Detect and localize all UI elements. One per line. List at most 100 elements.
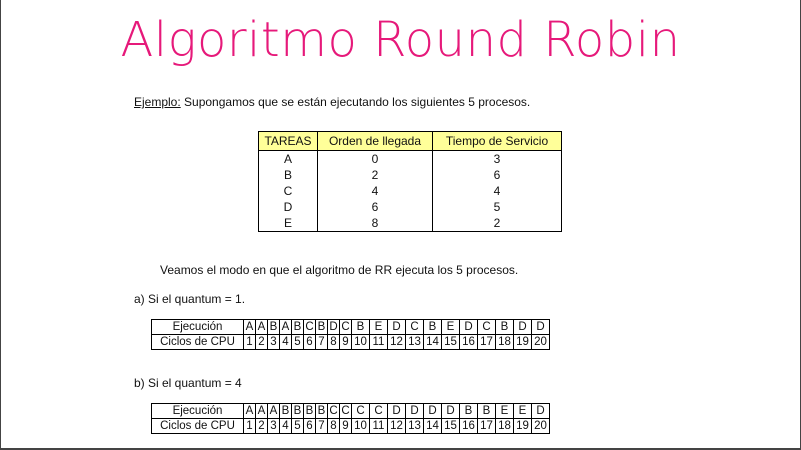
execution-cell: C [327,403,340,419]
execution-cell: A [279,319,292,335]
task-arrival: 8 [317,215,433,232]
execution-cell: A [243,403,256,419]
cycle-cell: 16 [459,334,478,350]
cycle-cell: 9 [339,334,352,350]
cycle-cell: 11 [369,418,388,434]
cycle-cell: 15 [441,334,460,350]
cycle-cell: 12 [387,334,406,350]
cycle-cell: 20 [531,334,550,350]
rr-explanation-text: Veamos el modo en que el algoritmo de RR… [160,263,519,277]
schedule-table-quantum-4: Ejecución AAABBBBCCCCDDDDBBEED Ciclos de… [151,403,550,434]
cycles-row-label: Ciclos de CPU [151,334,244,350]
execution-cell: B [351,319,370,335]
execution-cell: E [513,403,532,419]
execution-row: Ejecución AAABBBBCCCCDDDDBBEED [151,403,550,419]
execution-cell: C [351,403,370,419]
page-title: Algoritmo Round Robin [120,12,681,68]
cycle-cell: 6 [303,334,316,350]
cycle-cell: 19 [513,418,532,434]
execution-cell: C [339,403,352,419]
execution-cell: C [339,319,352,335]
execution-cell: C [405,319,424,335]
execution-cell: B [459,403,478,419]
cycle-cell: 1 [243,418,256,434]
cycle-cell: 18 [495,418,514,434]
execution-cell: C [369,403,388,419]
cycle-cell: 2 [255,334,268,350]
cycle-cell: 8 [327,418,340,434]
task-arrival: 6 [317,199,433,215]
task-service: 6 [432,167,562,183]
cycle-cell: 11 [369,334,388,350]
table-row: B 2 6 [258,167,562,183]
execution-cell: B [315,319,328,335]
cycle-cell: 17 [477,334,496,350]
intro-paragraph: Ejemplo: Supongamos que se están ejecuta… [134,95,530,109]
execution-cell: B [315,403,328,419]
execution-row: Ejecución AABABCBDCBEDCBEDCBDD [151,319,550,335]
cycle-cell: 3 [267,334,280,350]
cycles-row: Ciclos de CPU 1 2 3 4 5 6 7 8 9 10 11 12 13 14 15 16 17 1… [151,418,550,434]
task-name: C [258,183,318,199]
cycle-cell: 13 [405,334,424,350]
task-name: B [258,167,318,183]
intro-text: Supongamos que se están ejecutando los s… [180,95,531,109]
execution-cell: E [495,403,514,419]
tasks-header-tareas: TAREAS [258,131,318,151]
cycle-cell: 14 [423,418,442,434]
cycle-cell: 7 [315,334,328,350]
schedule-table-quantum-1: Ejecución AABABCBDCBEDCBEDCBDD Ciclos de… [151,319,550,350]
execution-row-label: Ejecución [151,403,244,419]
task-name: E [258,215,318,232]
cycle-cell: 15 [441,418,460,434]
table-row: C 4 4 [258,183,562,199]
execution-cell: D [531,403,550,419]
execution-cell: B [495,319,514,335]
cycle-cell: 14 [423,334,442,350]
task-service: 3 [432,150,562,167]
quantum-b-label: b) Si el quantum = 4 [134,376,242,390]
table-row: D 6 5 [258,199,562,215]
task-arrival: 4 [317,183,433,199]
cycle-cell: 4 [279,334,292,350]
cycle-cell: 6 [303,418,316,434]
table-row: A 0 3 [258,150,562,167]
tasks-header-orden: Orden de llegada [317,131,433,151]
task-service: 2 [432,215,562,232]
table-row: E 8 2 [258,215,562,232]
cycles-row-label: Ciclos de CPU [151,418,244,434]
cycle-cell: 9 [339,418,352,434]
cycle-cell: 5 [291,418,304,434]
execution-cell: C [477,319,496,335]
cycle-cell: 7 [315,418,328,434]
execution-cell: B [291,319,304,335]
cycle-cell: 17 [477,418,496,434]
execution-cell: A [267,403,280,419]
execution-cell: D [459,319,478,335]
execution-row-label: Ejecución [151,319,244,335]
execution-cell: D [387,319,406,335]
execution-cell: D [405,403,424,419]
execution-cell: D [531,319,550,335]
cycle-cell: 5 [291,334,304,350]
execution-cell: D [423,403,442,419]
cycle-cell: 19 [513,334,532,350]
cycle-cell: 4 [279,418,292,434]
execution-cell: D [327,319,340,335]
cycle-cell: 13 [405,418,424,434]
execution-cell: D [513,319,532,335]
execution-cell: B [303,403,316,419]
execution-cell: D [387,403,406,419]
tasks-table: TAREAS Orden de llegada Tiempo de Servic… [258,131,562,232]
task-service: 5 [432,199,562,215]
tasks-table-header-row: TAREAS Orden de llegada Tiempo de Servic… [258,131,562,151]
execution-cell: C [303,319,316,335]
execution-cell: B [279,403,292,419]
task-name: D [258,199,318,215]
execution-cell: B [267,319,280,335]
cycle-cell: 8 [327,334,340,350]
cycle-cell: 2 [255,418,268,434]
cycles-row: Ciclos de CPU 1 2 3 4 5 6 7 8 9 10 11 12 13 14 15 16 17 1… [151,334,550,350]
task-arrival: 2 [317,167,433,183]
cycle-cell: 20 [531,418,550,434]
